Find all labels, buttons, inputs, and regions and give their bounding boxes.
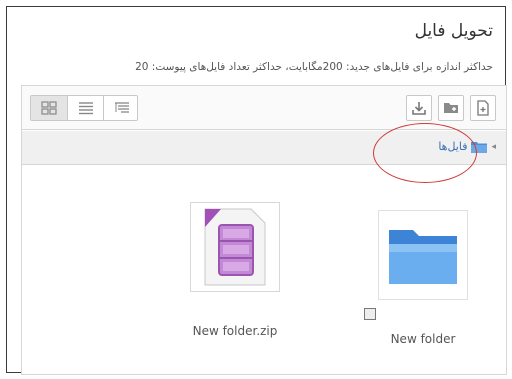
folder-large-icon (389, 230, 457, 284)
folder-thumbnail (378, 210, 468, 300)
zip-archive-icon (204, 208, 266, 286)
view-tree-icon (114, 102, 129, 113)
add-file-button[interactable] (470, 95, 496, 121)
folder-select-checkbox[interactable] (364, 308, 376, 320)
add-file-icon (477, 100, 489, 116)
upload-limits-text: حداکثر اندازه برای فایل‌های جدید: 200مگا… (135, 61, 493, 73)
file-submission-panel: تحویل فایل حداکثر اندازه برای فایل‌های ج… (6, 6, 507, 375)
create-folder-icon (444, 103, 458, 113)
view-mode-group (30, 95, 138, 121)
file-name: New folder.zip (192, 324, 278, 338)
zip-thumbnail (190, 202, 280, 292)
page-title: تحویل فایل (414, 21, 493, 41)
view-list-button[interactable] (67, 96, 103, 120)
create-folder-button[interactable] (438, 95, 464, 121)
breadcrumb-highlight-circle (373, 123, 477, 183)
file-name: New folder (390, 332, 456, 346)
download-all-button[interactable] (406, 95, 432, 121)
view-icons-icon (41, 101, 57, 115)
breadcrumb-separator-icon: ◂ (491, 141, 496, 152)
file-tile-zip[interactable]: New folder.zip (180, 202, 290, 338)
file-tile-folder[interactable]: New folder (368, 210, 478, 346)
view-icons-button[interactable] (31, 96, 67, 120)
view-list-icon (78, 102, 93, 115)
view-tree-button[interactable] (103, 96, 139, 120)
download-icon (412, 102, 426, 115)
